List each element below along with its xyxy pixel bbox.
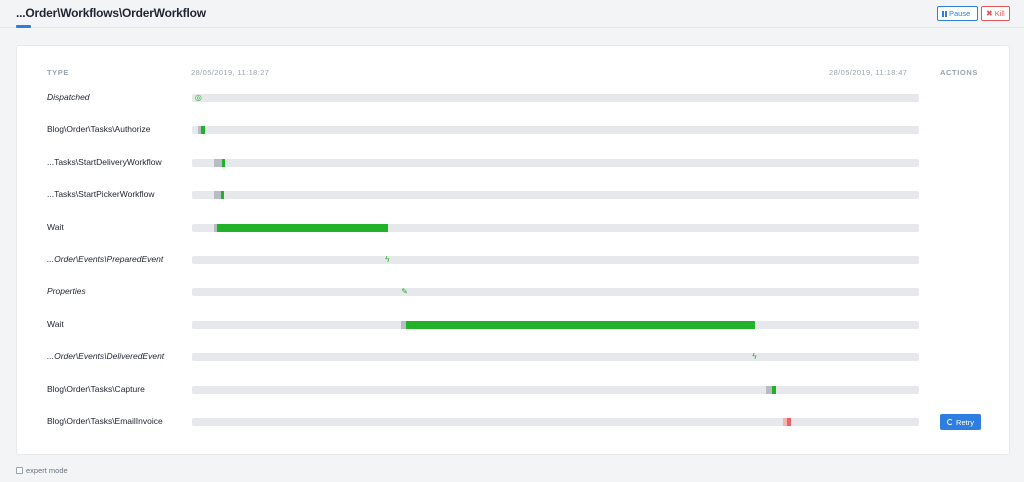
row-type-label: Properties bbox=[47, 286, 86, 297]
timeline-row: ...Tasks\StartDeliveryWorkflow bbox=[17, 155, 1011, 171]
pause-button[interactable]: Pause bbox=[937, 6, 978, 21]
row-type-label: ...Tasks\StartPickerWorkflow bbox=[47, 189, 155, 200]
bolt-icon[interactable]: ϟ bbox=[385, 255, 389, 265]
pause-button-label: Pause bbox=[949, 9, 971, 18]
end-timestamp: 28/05/2019, 11:18:47 bbox=[829, 68, 908, 77]
kill-button[interactable]: ✖ Kill bbox=[981, 6, 1010, 21]
timeline-row: ...Order\Events\DeliveredEvent ϟ bbox=[17, 349, 1011, 365]
timeline-segment-run[interactable] bbox=[200, 126, 206, 135]
row-type-label: Blog\Order\Tasks\EmailInvoice bbox=[47, 416, 163, 426]
timeline-track: ◎ bbox=[192, 93, 919, 103]
start-timestamp: 28/05/2019, 11:18:27 bbox=[191, 68, 270, 77]
row-type-label: Wait bbox=[47, 221, 64, 232]
timeline-row: Wait bbox=[17, 220, 1011, 236]
timeline-row: Blog\Order\Tasks\EmailInvoice Retry bbox=[17, 414, 1011, 430]
page-title: ...Order\Workflows\OrderWorkflow bbox=[16, 6, 206, 20]
timeline-row: Properties ✎ bbox=[17, 284, 1011, 300]
timeline-segment-run[interactable] bbox=[217, 223, 389, 232]
timeline-track bbox=[192, 385, 919, 394]
timeline-segment-wait[interactable] bbox=[213, 191, 222, 200]
row-type-label: Dispatched bbox=[47, 92, 90, 102]
pencil-icon[interactable]: ✎ bbox=[401, 287, 408, 297]
timeline-track bbox=[192, 191, 919, 200]
timeline-row: Wait bbox=[17, 317, 1011, 333]
bolt-icon[interactable]: ϟ bbox=[752, 352, 756, 362]
timeline-track bbox=[192, 126, 919, 135]
row-type-label: Wait bbox=[47, 318, 64, 329]
timeline-track bbox=[192, 418, 919, 426]
timeline-row: Blog\Order\Tasks\Authorize bbox=[17, 122, 1011, 138]
timeline-track bbox=[192, 320, 919, 329]
timeline-row: Dispatched ◎ bbox=[17, 90, 1011, 106]
title-underline bbox=[16, 25, 31, 28]
close-icon: ✖ bbox=[986, 8, 993, 18]
timeline-track bbox=[192, 223, 919, 232]
row-type-label: ...Order\Events\DeliveredEvent bbox=[47, 351, 165, 362]
timeline-segment-run[interactable] bbox=[405, 320, 756, 329]
kill-button-label: Kill bbox=[994, 9, 1005, 18]
timeline-track: ϟ bbox=[192, 255, 919, 265]
timeline-track: ϟ bbox=[192, 352, 919, 362]
expert-mode-checkbox[interactable] bbox=[16, 467, 23, 474]
row-type-label: Blog\Order\Tasks\Capture bbox=[47, 383, 145, 394]
row-type-label: ...Tasks\StartDeliveryWorkflow bbox=[47, 156, 162, 167]
timeline-segment-fail[interactable] bbox=[787, 418, 792, 426]
timeline-track bbox=[192, 158, 919, 167]
row-type-label: Blog\Order\Tasks\Authorize bbox=[47, 124, 151, 135]
expert-mode-label: expert mode bbox=[26, 466, 68, 475]
timeline-row: ...Order\Events\PreparedEvent ϟ bbox=[17, 252, 1011, 268]
timeline-row: ...Tasks\StartPickerWorkflow bbox=[17, 187, 1011, 203]
retry-button-label: Retry bbox=[956, 417, 974, 427]
top-bar: ...Order\Workflows\OrderWorkflow Pause ✖… bbox=[0, 0, 1024, 28]
column-header-type: TYPE bbox=[47, 68, 69, 77]
expert-mode-toggle[interactable]: expert mode bbox=[16, 466, 68, 475]
dispatched-icon[interactable]: ◎ bbox=[195, 93, 202, 103]
refresh-icon bbox=[947, 419, 954, 425]
column-header-actions: ACTIONS bbox=[940, 68, 978, 77]
retry-button[interactable]: Retry bbox=[940, 414, 981, 430]
row-type-label: ...Order\Events\PreparedEvent bbox=[47, 254, 164, 264]
timeline-segment-run[interactable] bbox=[772, 385, 776, 394]
timeline-segment-run[interactable] bbox=[221, 191, 224, 200]
timeline-card: TYPE 28/05/2019, 11:18:27 28/05/2019, 11… bbox=[16, 45, 1010, 455]
pause-icon bbox=[942, 10, 947, 17]
timeline-segment-run[interactable] bbox=[221, 158, 225, 167]
timeline-segment-wait[interactable] bbox=[213, 158, 222, 167]
timeline-row: Blog\Order\Tasks\Capture bbox=[17, 382, 1011, 398]
timeline-track: ✎ bbox=[192, 287, 919, 297]
